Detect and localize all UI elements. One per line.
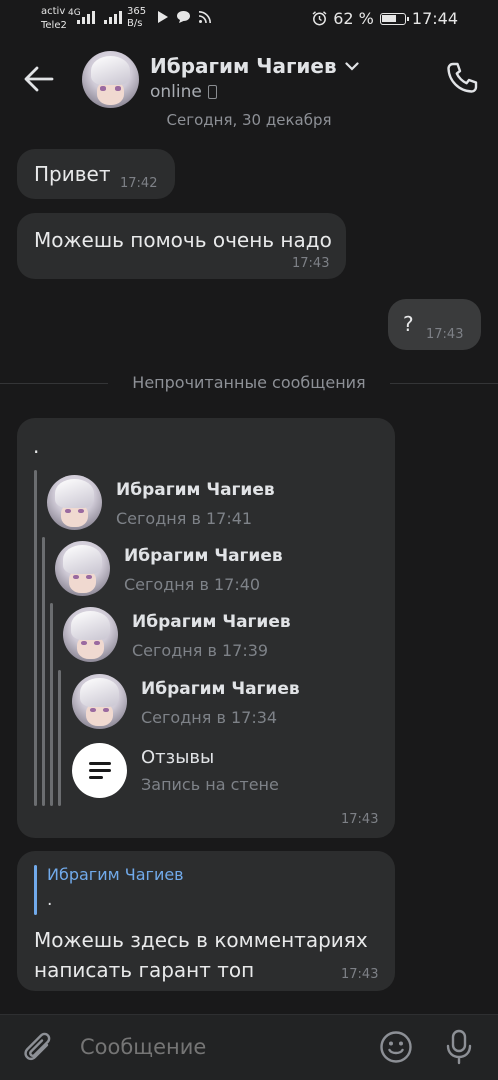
- status-right: 62 % 17:44: [312, 9, 458, 28]
- paperclip-icon[interactable]: [22, 1031, 56, 1067]
- forward-indicator-bar: [42, 537, 45, 806]
- message-composer: [0, 1014, 498, 1080]
- wall-post-title[interactable]: Отзывы: [141, 747, 214, 768]
- message-text: Можешь помочь очень надо: [34, 228, 332, 252]
- contact-status: online: [150, 82, 217, 102]
- mobile-device-icon: [207, 85, 217, 99]
- chat-header: Ибрагим Чагиев online: [0, 40, 498, 118]
- message-time: 17:43: [292, 256, 330, 271]
- contact-name-button[interactable]: Ибрагим Чагиев: [150, 54, 359, 78]
- carrier-line2: Tele2: [41, 20, 67, 31]
- date-separator: Сегодня, 30 декабря: [166, 111, 332, 129]
- forward-author-name[interactable]: Ибрагим Чагиев: [116, 480, 275, 500]
- contact-name: Ибрагим Чагиев: [150, 54, 337, 78]
- message-text: ?: [403, 312, 414, 336]
- carrier-line1: activ: [41, 6, 66, 17]
- battery-percent: 62 %: [333, 9, 374, 28]
- wall-post-icon[interactable]: [72, 743, 127, 798]
- emoji-icon[interactable]: [379, 1030, 413, 1064]
- forward-indicator-bar: [58, 670, 61, 806]
- status-bar: activ Tele2 4G 365 B/s 62 % 17:44: [0, 0, 498, 40]
- reply-quoted-text: .: [47, 890, 53, 910]
- forward-author-avatar[interactable]: [55, 541, 110, 596]
- message-bubble-incoming[interactable]: Можешь помочь очень надо 17:43: [17, 213, 346, 279]
- message-bubble-incoming[interactable]: Привет 17:42: [17, 149, 175, 199]
- online-status: online: [150, 82, 202, 102]
- network-speed: 365 B/s: [127, 6, 146, 30]
- unread-divider-label: Непрочитанные сообщения: [132, 373, 366, 392]
- reply-indicator-bar: [34, 865, 37, 915]
- carrier-info: activ Tele2: [41, 5, 67, 33]
- message-text-line: Можешь здесь в комментариях: [34, 928, 368, 952]
- play-icon: [158, 11, 168, 23]
- chevron-down-icon: [345, 61, 359, 71]
- message-time: 17:42: [120, 176, 158, 191]
- chat-icon: [177, 11, 190, 23]
- forward-indicator-bar: [50, 603, 53, 806]
- speed-value: 365: [127, 6, 147, 17]
- forward-author-avatar[interactable]: [63, 607, 118, 662]
- back-arrow-icon[interactable]: [22, 62, 56, 96]
- message-text: Привет: [34, 162, 111, 186]
- cast-icon: [199, 11, 211, 23]
- message-text: Можешь здесь в комментариях написать гар…: [34, 925, 368, 985]
- notification-icons: [157, 11, 211, 23]
- message-time: 17:43: [341, 812, 379, 827]
- unread-divider: Непрочитанные сообщения: [0, 372, 498, 394]
- alarm-icon: [312, 11, 327, 26]
- message-time: 17:43: [426, 327, 464, 342]
- forward-author-avatar[interactable]: [47, 475, 102, 530]
- wall-post-subtitle: Запись на стене: [141, 775, 279, 794]
- forward-author-name[interactable]: Ибрагим Чагиев: [141, 679, 300, 699]
- signal-icon-2: [104, 10, 122, 24]
- message-bubble-outgoing[interactable]: ? 17:43: [388, 299, 481, 350]
- phone-call-icon[interactable]: [444, 60, 480, 96]
- message-input[interactable]: [80, 1035, 360, 1059]
- battery-icon: [379, 12, 409, 25]
- signal-icon: [77, 10, 95, 24]
- forward-time: Сегодня в 17:41: [116, 509, 253, 528]
- clock: 17:44: [411, 9, 458, 28]
- contact-avatar[interactable]: [82, 51, 139, 108]
- message-text-line: написать гарант топ: [34, 958, 255, 982]
- forward-indicator-bar: [34, 470, 37, 806]
- forward-author-avatar[interactable]: [72, 674, 127, 729]
- message-text: .: [33, 434, 40, 458]
- speed-unit: B/s: [127, 18, 143, 29]
- forward-author-name[interactable]: Ибрагим Чагиев: [132, 612, 291, 632]
- microphone-icon[interactable]: [445, 1029, 473, 1065]
- forward-author-name[interactable]: Ибрагим Чагиев: [124, 546, 283, 566]
- reply-author[interactable]: Ибрагим Чагиев: [47, 865, 184, 884]
- forward-time: Сегодня в 17:40: [124, 575, 261, 594]
- forward-time: Сегодня в 17:39: [132, 641, 269, 660]
- forward-time: Сегодня в 17:34: [141, 708, 278, 727]
